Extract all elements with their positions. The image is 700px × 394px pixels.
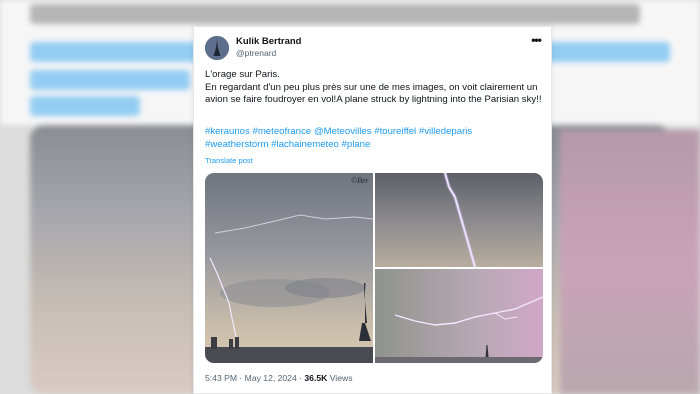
photo-eiffel-storm[interactable]: ©Ber: [205, 173, 373, 363]
background-text-line: [30, 4, 640, 24]
background-link-line: [30, 96, 140, 116]
author-name[interactable]: Kulik Bertrand: [236, 36, 301, 47]
background-link-line: [30, 70, 190, 90]
horizontal-lightning-image: [375, 269, 543, 363]
media-grid: ©Ber: [205, 173, 543, 363]
photo-watermark: ©Ber: [351, 176, 370, 185]
eiffel-avatar-icon: [205, 36, 229, 60]
tweet-text-body: En regardant d'un peu plus près sur une …: [205, 81, 542, 106]
hashtag-link[interactable]: #plane: [342, 139, 371, 150]
hashtag-link[interactable]: #weatherstorm: [205, 139, 268, 150]
background-photo-right: [560, 130, 700, 394]
hashtag-link[interactable]: #keraunos: [205, 126, 250, 137]
translate-post-link[interactable]: Translate post: [205, 156, 253, 165]
tweet-metadata: 5:43 PM · May 12, 2024 · 36.5K Views: [205, 373, 353, 383]
author-handle[interactable]: @ptrenard: [236, 48, 276, 58]
views-count: 36.5K: [304, 373, 328, 383]
photo-lightning-closeup[interactable]: [375, 173, 543, 267]
hashtag-link[interactable]: #villedeparis: [419, 126, 472, 137]
tweet-text: L'orage sur Paris. En regardant d'un peu…: [205, 69, 547, 107]
avatar[interactable]: [205, 36, 229, 60]
storm-photo-image: ©Ber: [205, 173, 373, 363]
hashtag-link[interactable]: #lachainemeteo: [271, 139, 339, 150]
mention-link[interactable]: @Meteovilles: [314, 126, 372, 137]
hashtag-link[interactable]: #meteofrance: [252, 126, 311, 137]
tweet-time[interactable]: 5:43 PM: [205, 373, 237, 383]
tweet-text-line: L'orage sur Paris.: [205, 69, 280, 80]
hashtag-link[interactable]: #toureiffel: [374, 126, 416, 137]
meta-separator: ·: [239, 373, 243, 383]
hashtag-list: #keraunos #meteofrance @Meteovilles #tou…: [205, 126, 535, 151]
meta-separator: ·: [299, 373, 303, 383]
photo-lightning-horizontal[interactable]: [375, 269, 543, 363]
tweet-date[interactable]: May 12, 2024: [245, 373, 297, 383]
lightning-photo-image: [375, 173, 543, 267]
more-options-icon[interactable]: •••: [528, 34, 544, 48]
views-label: Views: [329, 373, 353, 383]
tweet-card[interactable]: Kulik Bertrand @ptrenard ••• L'orage sur…: [193, 26, 552, 394]
